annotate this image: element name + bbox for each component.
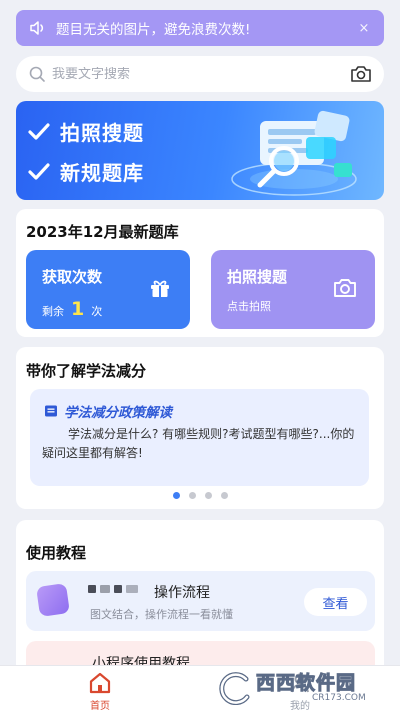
- camera-icon[interactable]: [350, 64, 372, 84]
- photo-search-label: 拍照搜题: [227, 268, 288, 286]
- banner-line1: 拍照搜题: [60, 121, 144, 145]
- tutorial-title: 使用教程: [26, 544, 87, 562]
- speaker-icon: [30, 21, 44, 35]
- home-icon: [89, 672, 111, 694]
- tutorial-item-title: 操作流程: [154, 585, 210, 601]
- banner-line2: 新规题库: [60, 161, 144, 185]
- tutorial-thumbnail: [36, 583, 70, 617]
- check-icon: [28, 122, 50, 140]
- notice-bar: 题目无关的图片，避免浪费次数! ×: [16, 10, 384, 46]
- remaining-value: 1: [71, 298, 85, 320]
- document-icon: [45, 405, 57, 417]
- carousel-dot[interactable]: [221, 492, 228, 499]
- view-button[interactable]: 查看: [304, 588, 367, 616]
- camera-icon: [334, 279, 356, 297]
- tab-home-label: 首页: [90, 701, 110, 711]
- watermark-text: 西西软件园: [256, 671, 357, 694]
- gift-icon: [151, 280, 169, 297]
- learn-card: 带你了解学法减分 学法减分政策解读 学法减分是什么? 有哪些规则?考试题型有哪些…: [16, 347, 384, 509]
- search-input[interactable]: [52, 66, 350, 82]
- tab-home[interactable]: 首页: [70, 670, 130, 711]
- policy-slide[interactable]: 学法减分政策解读 学法减分是什么? 有哪些规则?考试题型有哪些?...你的疑问这…: [30, 389, 369, 486]
- get-count-tile[interactable]: 获取次数 剩余 1 次: [26, 250, 190, 329]
- watermark-logo: [219, 672, 250, 705]
- redacted-text: [88, 585, 138, 593]
- notice-text: 题目无关的图片，避免浪费次数!: [56, 22, 251, 38]
- check-icon: [28, 162, 50, 180]
- remaining-count: 剩余 1 次: [42, 298, 103, 320]
- carousel-dot[interactable]: [189, 492, 196, 499]
- photo-search-tile[interactable]: 拍照搜题 点击拍照: [211, 250, 375, 329]
- notice-close-button[interactable]: ×: [356, 21, 372, 36]
- carousel-dot[interactable]: [205, 492, 212, 499]
- get-count-label: 获取次数: [42, 268, 103, 286]
- question-bank-title: 2023年12月最新题库: [26, 223, 179, 241]
- policy-body: 学法减分是什么? 有哪些规则?考试题型有哪些?...你的疑问这里都有解答!: [42, 427, 355, 460]
- carousel-dot[interactable]: [173, 492, 180, 499]
- search-icon: [29, 66, 45, 82]
- policy-title: 学法减分政策解读: [64, 405, 172, 421]
- tutorial-card: 使用教程 操作流程 图文结合，操作流程一看就懂 查看 小程序使用教程: [16, 520, 384, 691]
- tutorial-item-flow[interactable]: 操作流程 图文结合，操作流程一看就懂 查看: [26, 571, 375, 631]
- learn-title: 带你了解学法减分: [26, 362, 147, 380]
- banner-illustration: [231, 110, 357, 196]
- site-watermark: 西西软件园 CR173.COM: [216, 668, 384, 708]
- carousel-dots[interactable]: [173, 492, 237, 499]
- watermark-sub: CR173.COM: [312, 692, 366, 703]
- search-bar[interactable]: [16, 56, 384, 92]
- tutorial-item-sub: 图文结合，操作流程一看就懂: [90, 608, 233, 621]
- photo-search-sub: 点击拍照: [227, 300, 271, 313]
- promo-banner[interactable]: 拍照搜题 新规题库: [16, 101, 384, 200]
- question-bank-card: 2023年12月最新题库 获取次数 剩余 1 次 拍照搜题 点击拍照: [16, 209, 384, 337]
